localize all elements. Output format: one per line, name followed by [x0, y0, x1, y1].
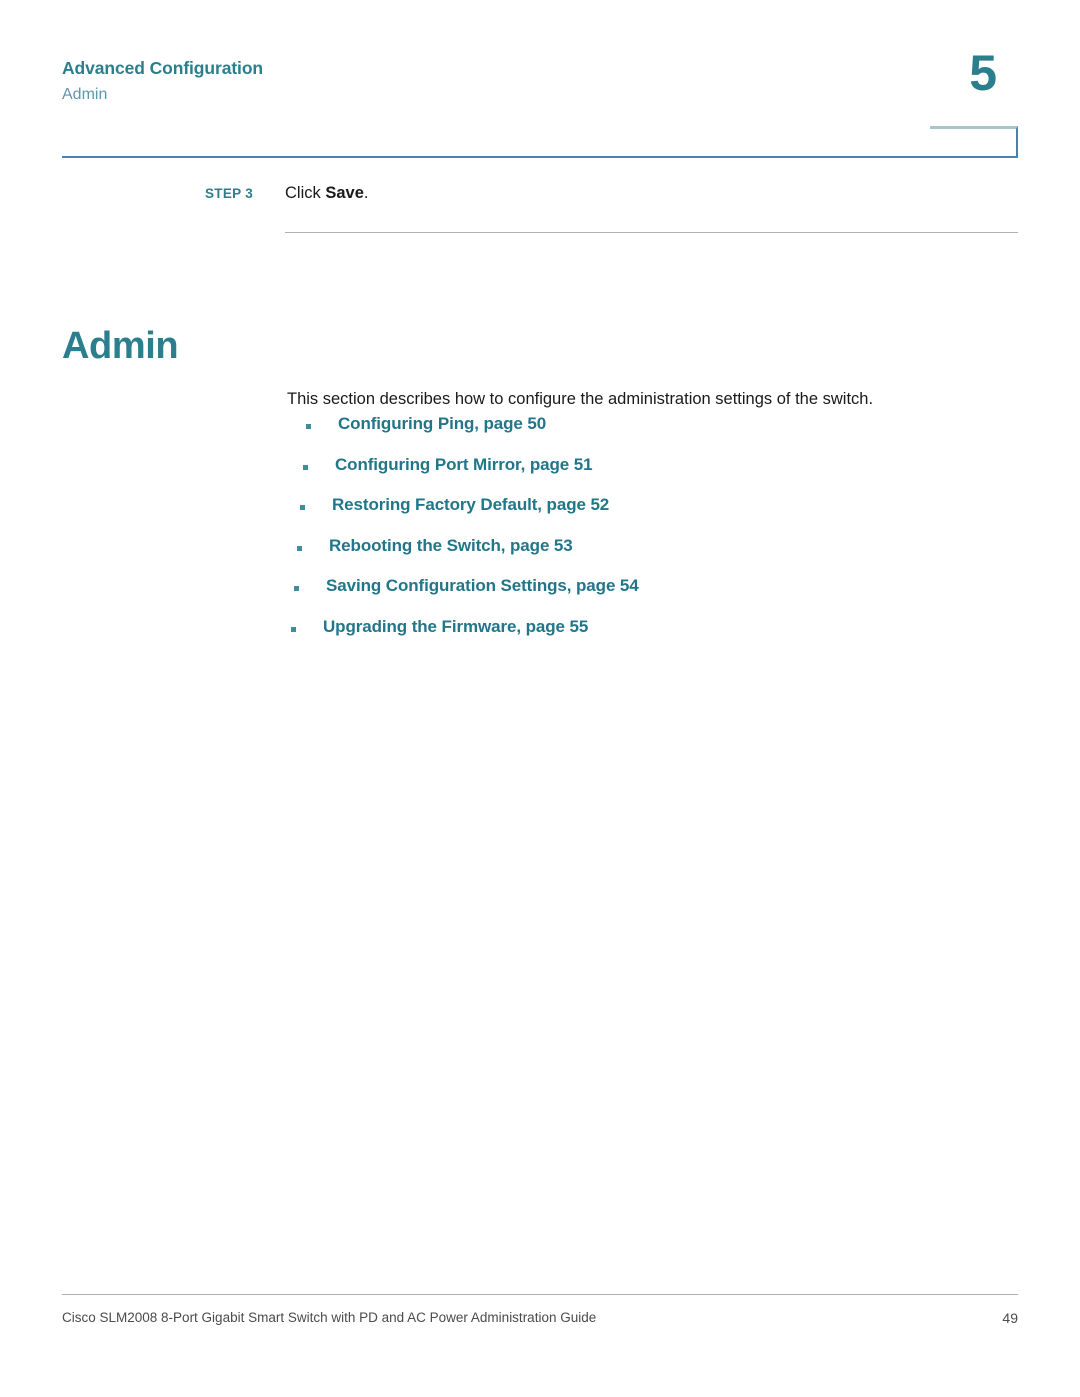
cross-reference-link[interactable]: Rebooting the Switch, page 53 — [329, 536, 573, 556]
footer-page-number: 49 — [1002, 1310, 1018, 1326]
footer-document-title: Cisco SLM2008 8-Port Gigabit Smart Switc… — [62, 1310, 597, 1325]
step-bold-term: Save — [325, 184, 364, 202]
step-block: STEP 3 Click Save. — [205, 184, 1018, 212]
document-page: Advanced Configuration Admin 5 STEP 3 Cl… — [0, 0, 1080, 1397]
square-bullet-icon — [306, 424, 311, 429]
list-item[interactable]: Restoring Factory Default, page 52 — [287, 495, 1027, 536]
list-item[interactable]: Configuring Ping, page 50 — [287, 414, 1027, 455]
step-instruction: Click Save. — [285, 184, 368, 203]
running-header: Advanced Configuration Admin 5 — [62, 48, 1018, 162]
intro-paragraph: This section describes how to configure … — [287, 389, 874, 408]
header-section-title: Admin — [62, 86, 108, 103]
list-item[interactable]: Upgrading the Firmware, page 55 — [287, 617, 1027, 658]
list-item[interactable]: Rebooting the Switch, page 53 — [287, 536, 1027, 577]
step-text-before: Click — [285, 184, 326, 202]
square-bullet-icon — [294, 586, 299, 591]
cross-reference-list: Configuring Ping, page 50 Configuring Por… — [287, 414, 1027, 657]
square-bullet-icon — [303, 464, 308, 470]
footer-rule — [62, 1294, 1018, 1295]
step-divider-rule — [285, 232, 1018, 233]
step-row: STEP 3 Click Save. — [205, 184, 1018, 212]
header-corner-box — [930, 126, 1018, 158]
square-bullet-icon — [291, 626, 296, 632]
step-label: STEP 3 — [205, 186, 254, 201]
list-item[interactable]: Saving Configuration Settings, page 54 — [287, 576, 1027, 617]
list-item[interactable]: Configuring Port Mirror, page 51 — [287, 455, 1027, 496]
cross-reference-link[interactable]: Saving Configuration Settings, page 54 — [326, 576, 639, 596]
chapter-number: 5 — [969, 45, 997, 101]
cross-reference-link[interactable]: Restoring Factory Default, page 52 — [332, 495, 609, 515]
page-title: Admin — [62, 325, 179, 368]
cross-reference-link[interactable]: Upgrading the Firmware, page 55 — [323, 617, 588, 637]
cross-reference-link[interactable]: Configuring Port Mirror, page 51 — [335, 455, 593, 475]
header-rule — [62, 156, 1018, 158]
square-bullet-icon — [297, 545, 302, 551]
cross-reference-link[interactable]: Configuring Ping, page 50 — [338, 414, 546, 434]
step-text-after: . — [363, 184, 369, 202]
square-bullet-icon — [300, 505, 305, 510]
header-chapter-title: Advanced Configuration — [62, 58, 263, 78]
